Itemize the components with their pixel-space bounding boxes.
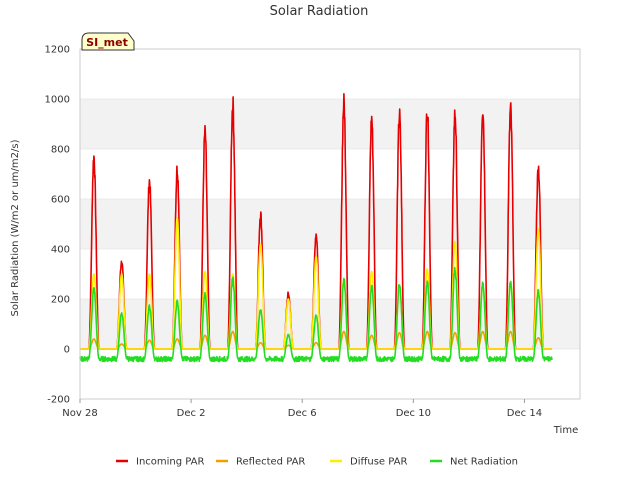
x-tick-label: Dec 14 <box>507 408 542 419</box>
x-tick-label: Dec 2 <box>177 408 206 419</box>
y-tick-label: 200 <box>51 295 70 306</box>
x-axis-ticks: Nov 28 Dec 2 Dec 6 Dec 10 Dec 14 <box>62 399 542 419</box>
y-tick-label: -200 <box>47 395 70 406</box>
x-tick-label: Dec 6 <box>288 408 317 419</box>
y-axis-title: Solar Radiation (W/m2 or um/m2/s) <box>10 139 21 316</box>
legend-label-reflected: Reflected PAR <box>236 457 305 468</box>
band <box>80 99 580 149</box>
band <box>80 299 580 349</box>
solar-radiation-chart: -200 0 200 400 600 800 1000 1200 Nov 28 Dec 2 Dec… <box>10 4 581 468</box>
legend-label-incoming: Incoming PAR <box>136 457 205 468</box>
y-tick-label: 800 <box>51 145 70 156</box>
legend-label-diffuse: Diffuse PAR <box>350 457 407 468</box>
chart-title: Solar Radiation <box>270 4 369 19</box>
y-tick-label: 0 <box>64 345 70 356</box>
x-tick-label: Nov 28 <box>62 408 97 419</box>
y-tick-label: 600 <box>51 195 70 206</box>
legend-label-net: Net Radiation <box>450 457 518 468</box>
site-badge: SI_met <box>81 32 135 51</box>
y-tick-label: 1200 <box>45 45 70 56</box>
y-tick-label: 1000 <box>45 95 70 106</box>
x-tick-label: Dec 10 <box>396 408 431 419</box>
site-badge-label: SI_met <box>86 36 128 49</box>
band <box>80 199 580 249</box>
y-tick-label: 400 <box>51 245 70 256</box>
x-axis-title: Time <box>553 425 578 436</box>
legend: Incoming PAR Reflected PAR Diffuse PAR Net … <box>116 457 518 468</box>
y-axis-ticks: -200 0 200 400 600 800 1000 1200 <box>45 45 70 406</box>
